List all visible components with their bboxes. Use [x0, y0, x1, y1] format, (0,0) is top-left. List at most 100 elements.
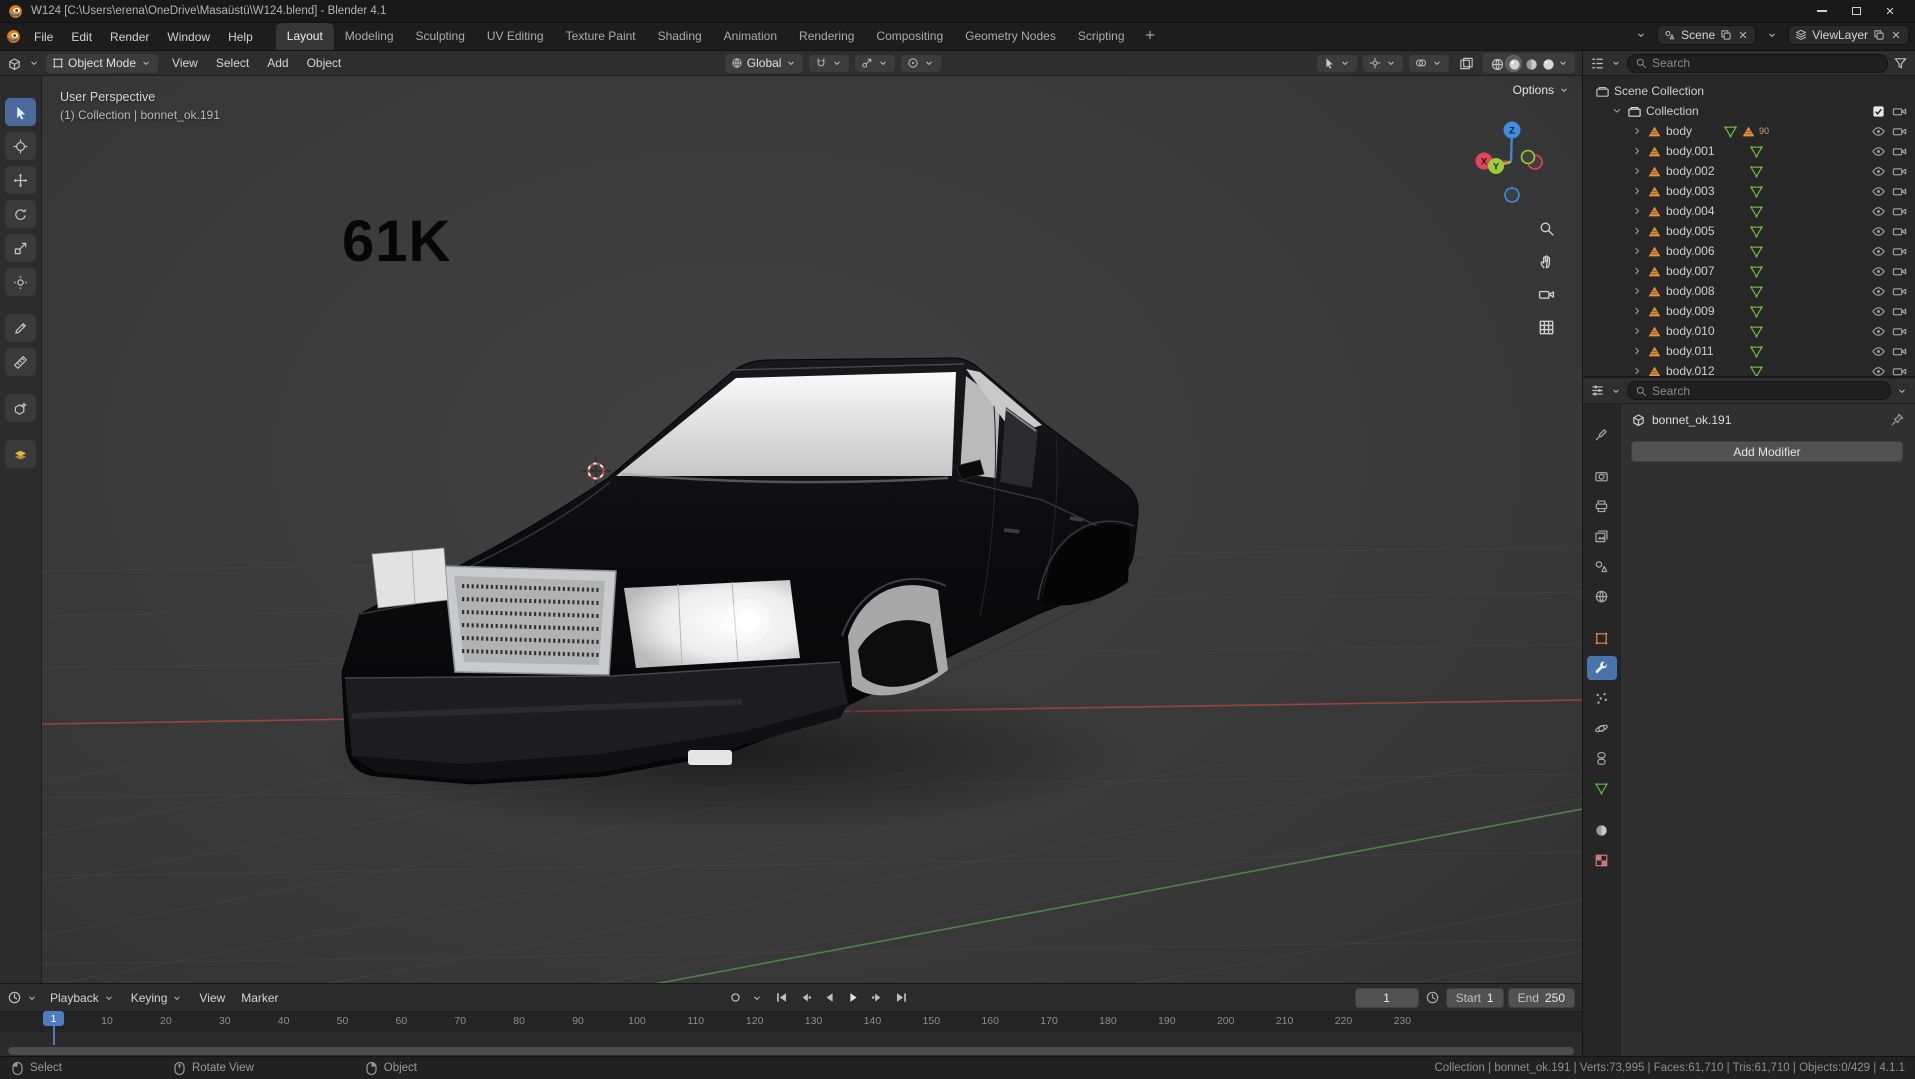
workspace-tab-compositing[interactable]: Compositing [865, 23, 954, 50]
workspace-tab-animation[interactable]: Animation [713, 23, 788, 50]
tool-measure[interactable] [5, 348, 36, 376]
rendered-shading-button[interactable] [1540, 56, 1555, 71]
outliner-row-scene-collection[interactable]: Scene Collection [1583, 81, 1915, 101]
jump-to-start-button[interactable] [771, 988, 793, 1008]
timeline-track[interactable] [0, 1032, 1582, 1045]
current-frame-field[interactable]: 1 [1354, 987, 1419, 1008]
next-keyframe-button[interactable] [867, 988, 889, 1008]
outliner-row-body-012[interactable]: body.012 [1583, 361, 1915, 376]
workspace-tab-texture-paint[interactable]: Texture Paint [555, 23, 647, 50]
tool-annotate[interactable] [5, 314, 36, 342]
props-tab-world[interactable] [1587, 584, 1617, 608]
outliner-row-body-010[interactable]: body.010 [1583, 321, 1915, 341]
workspace-tab-layout[interactable]: Layout [275, 23, 334, 50]
timeline-menu-keying[interactable]: Keying [123, 988, 192, 1008]
outliner-search-input[interactable]: Search [1627, 53, 1888, 73]
menu-render[interactable]: Render [101, 26, 158, 48]
tool-scale[interactable] [5, 234, 36, 262]
new-viewlayer-icon[interactable] [1873, 29, 1885, 41]
viewlayer-selector[interactable]: ViewLayer [1788, 25, 1909, 45]
menu-help[interactable]: Help [219, 26, 262, 48]
navigation-gizmo[interactable]: Z X Y [1456, 102, 1566, 212]
outliner-row-body-005[interactable]: body.005 [1583, 221, 1915, 241]
prev-keyframe-button[interactable] [795, 988, 817, 1008]
outliner-row-body-008[interactable]: body.008 [1583, 281, 1915, 301]
tool-add-cube[interactable] [5, 394, 36, 422]
blender-logo-icon[interactable] [8, 4, 23, 19]
vp-menu-object[interactable]: Object [299, 53, 350, 73]
gizmos-toggle[interactable] [1363, 54, 1403, 72]
tool-rotate[interactable] [5, 200, 36, 228]
playhead[interactable]: 1 [43, 1011, 64, 1026]
snap-toggle[interactable] [809, 54, 850, 72]
play-button[interactable] [843, 988, 865, 1008]
remove-viewlayer-icon[interactable] [1890, 29, 1902, 41]
3d-viewport[interactable]: User Perspective (1) Collection | bonnet… [42, 76, 1582, 983]
workspace-tab-shading[interactable]: Shading [647, 23, 713, 50]
frame-range-icon[interactable] [1425, 990, 1440, 1005]
end-frame-field[interactable]: End 250 [1507, 987, 1575, 1008]
tool-select-box[interactable] [5, 98, 36, 126]
menu-edit[interactable]: Edit [62, 26, 101, 48]
editor-type-chevron-icon[interactable] [1610, 385, 1622, 397]
workspace-tab-uv-editing[interactable]: UV Editing [476, 23, 555, 50]
options-chevron-icon[interactable] [1896, 385, 1908, 397]
wireframe-shading-button[interactable] [1489, 56, 1504, 71]
selectability-visibility[interactable] [1317, 54, 1357, 72]
outliner-row-body-011[interactable]: body.011 [1583, 341, 1915, 361]
vp-menu-view[interactable]: View [164, 53, 206, 73]
workspace-tab-rendering[interactable]: Rendering [788, 23, 865, 50]
outliner-row-body[interactable]: body 90 [1583, 121, 1915, 141]
play-reverse-button[interactable] [819, 988, 841, 1008]
outliner-row-collection[interactable]: Collection [1583, 101, 1915, 121]
outliner-row-body-007[interactable]: body.007 [1583, 261, 1915, 281]
unlink-scene-icon[interactable] [1737, 29, 1749, 41]
outliner-row-body-003[interactable]: body.003 [1583, 181, 1915, 201]
workspace-tab-modeling[interactable]: Modeling [334, 23, 405, 50]
pin-icon[interactable] [1890, 412, 1905, 427]
props-tab-scene[interactable] [1587, 554, 1617, 578]
mode-selector[interactable]: Object Mode [46, 53, 159, 73]
props-tab-material[interactable] [1587, 818, 1617, 842]
start-frame-field[interactable]: Start 1 [1445, 987, 1504, 1008]
props-tab-tool[interactable] [1587, 422, 1617, 446]
props-tab-output[interactable] [1587, 494, 1617, 518]
timeline-ruler[interactable]: 10 20 30 40 50 60 70 80 90 100 110 120 130 140 150 160 1… [0, 1011, 1582, 1032]
minimize-button[interactable] [1805, 0, 1839, 22]
outliner-row-body-002[interactable]: body.002 [1583, 161, 1915, 181]
viewlayer-browse-icon[interactable] [1766, 29, 1778, 41]
editor-type-chevron-icon[interactable] [26, 992, 38, 1004]
props-tab-physics[interactable] [1587, 716, 1617, 740]
menu-window[interactable]: Window [158, 26, 219, 48]
outliner-row-body-009[interactable]: body.009 [1583, 301, 1915, 321]
properties-editor-icon[interactable] [1590, 383, 1605, 398]
timeline-menu-playback[interactable]: Playback [42, 988, 123, 1008]
add-modifier-button[interactable]: Add Modifier [1631, 441, 1903, 462]
new-scene-icon[interactable] [1720, 29, 1732, 41]
outliner-row-body-001[interactable]: body.001 [1583, 141, 1915, 161]
timeline-menu-view[interactable]: View [191, 988, 233, 1008]
vp-menu-select[interactable]: Select [208, 53, 257, 73]
outliner-row-body-006[interactable]: body.006 [1583, 241, 1915, 261]
props-tab-data[interactable] [1587, 776, 1617, 800]
workspace-tab-scripting[interactable]: Scripting [1067, 23, 1136, 50]
tool-move[interactable] [5, 166, 36, 194]
add-workspace-button[interactable] [1136, 25, 1164, 48]
zoom-button[interactable] [1534, 216, 1558, 240]
props-tab-constraints[interactable] [1587, 746, 1617, 770]
pan-button[interactable] [1534, 249, 1558, 273]
options-dropdown[interactable]: Options [1513, 83, 1570, 97]
auto-keying-button[interactable] [725, 988, 747, 1008]
scene-browse-icon[interactable] [1635, 29, 1647, 41]
orientation-selector[interactable]: Global [724, 53, 804, 73]
workspace-tab-sculpting[interactable]: Sculpting [405, 23, 476, 50]
jump-to-end-button[interactable] [891, 988, 913, 1008]
app-menu-button[interactable] [6, 29, 21, 44]
props-tab-texture[interactable] [1587, 848, 1617, 872]
props-tab-particles[interactable] [1587, 686, 1617, 710]
menu-file[interactable]: File [25, 26, 62, 48]
workspace-tab-geometry-nodes[interactable]: Geometry Nodes [954, 23, 1067, 50]
timeline-editor-icon[interactable] [7, 990, 22, 1005]
props-tab-view-layer[interactable] [1587, 524, 1617, 548]
outliner-editor-icon[interactable] [1590, 56, 1605, 71]
